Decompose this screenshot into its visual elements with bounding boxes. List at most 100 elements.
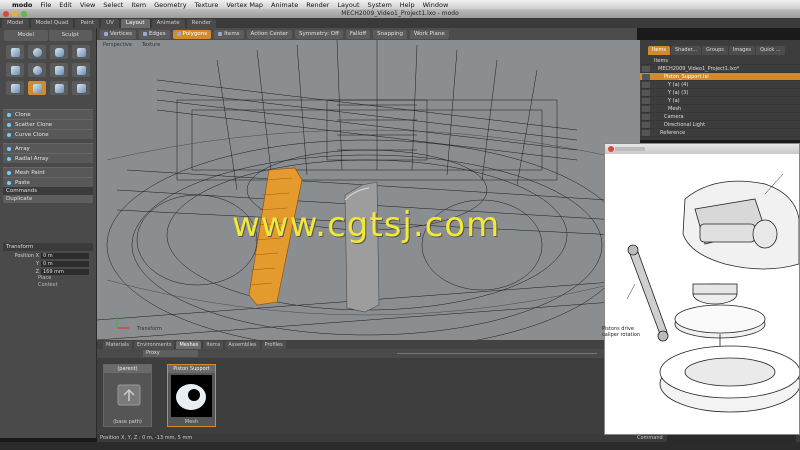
reference-filename [615, 147, 645, 151]
visibility-eye-icon[interactable] [642, 105, 650, 112]
tree-item-label: Mesh [668, 105, 682, 112]
sphere-tool-button[interactable] [28, 45, 46, 59]
app-menu[interactable]: modo [12, 1, 32, 9]
menu-vertex-map[interactable]: Vertex Map [226, 1, 263, 9]
menu-edit[interactable]: Edit [59, 1, 72, 9]
reference-image-window[interactable]: Pistons drive caliper rotation [602, 143, 800, 435]
visibility-eye-icon[interactable] [642, 121, 650, 128]
close-icon[interactable] [608, 146, 614, 152]
transform-header[interactable]: Transform [3, 243, 93, 251]
menu-window[interactable]: Window [423, 1, 449, 9]
items-mode-button[interactable]: Items [214, 29, 244, 39]
context-checkbox[interactable]: Context [38, 282, 96, 289]
tab-layout[interactable]: Layout [120, 18, 150, 28]
scale-tool-button[interactable] [50, 81, 68, 95]
text-tool-icon [76, 65, 86, 75]
tab-groups[interactable]: Groups [702, 46, 728, 55]
position-y-label: Y [35, 260, 39, 267]
edges-mode-button[interactable]: Edges [138, 29, 170, 39]
visibility-eye-icon[interactable] [642, 97, 650, 104]
visibility-eye-icon[interactable] [642, 89, 650, 96]
tab-model[interactable]: Model [2, 18, 29, 28]
tree-item-reference[interactable]: Reference [640, 129, 800, 137]
tab-materials[interactable]: Materials [103, 340, 132, 349]
tab-profiles[interactable]: Profiles [261, 340, 286, 349]
commands-header[interactable]: Commands [3, 187, 93, 195]
capsule-tool-button[interactable] [6, 63, 24, 77]
command-input[interactable] [666, 434, 796, 442]
curve-clone-button[interactable]: Curve Clone [3, 129, 93, 139]
menu-item[interactable]: Item [131, 1, 146, 9]
tab-uv[interactable]: UV [101, 18, 119, 28]
position-z-field[interactable]: 169 mm [41, 268, 89, 275]
preset-filter-dropdown[interactable]: Proxy [143, 350, 198, 357]
viewport-tab-texture[interactable]: Texture [138, 42, 164, 48]
visibility-eye-icon[interactable] [642, 81, 650, 88]
transform-tool-button[interactable] [72, 81, 90, 95]
menu-geometry[interactable]: Geometry [154, 1, 186, 9]
pen-tool-button[interactable] [50, 63, 68, 77]
menu-view[interactable]: View [80, 1, 95, 9]
cone-tool-button[interactable] [72, 45, 90, 59]
symmetry-dropdown[interactable]: Symmetry: Off [295, 29, 343, 39]
toolbox-tab-sculpt[interactable]: Sculpt [48, 30, 92, 41]
viewport-tab-perspective[interactable]: Perspective [99, 42, 136, 48]
tab-model-quad[interactable]: Model Quad [30, 18, 74, 28]
menu-select[interactable]: Select [103, 1, 123, 9]
thumbnail-size-slider[interactable] [397, 353, 597, 354]
tab-meshes[interactable]: Meshes [176, 340, 202, 349]
toolbox-tab-model[interactable]: Model [4, 30, 48, 41]
tab-items-bottom[interactable]: Items [203, 340, 224, 349]
cube-tool-button[interactable] [6, 45, 24, 59]
tab-assemblies[interactable]: Assemblies [225, 340, 260, 349]
text-tool-button[interactable] [72, 63, 90, 77]
menu-texture[interactable]: Texture [195, 1, 219, 9]
visibility-eye-icon[interactable] [642, 113, 650, 120]
menu-system[interactable]: System [368, 1, 392, 9]
work-plane-dropdown[interactable]: Work Plane [409, 29, 449, 39]
paste-button[interactable]: Paste [3, 177, 93, 187]
menu-animate[interactable]: Animate [271, 1, 298, 9]
clone-button[interactable]: Clone [3, 109, 93, 119]
menu-layout[interactable]: Layout [337, 1, 359, 9]
window-titlebar: MECH2009_Video1_Project1.lxo - modo [0, 9, 800, 18]
snapping-dropdown[interactable]: Snapping [373, 29, 407, 39]
tab-images[interactable]: Images [728, 46, 756, 55]
visibility-eye-icon[interactable] [642, 129, 650, 136]
menu-render[interactable]: Render [306, 1, 329, 9]
polygons-mode-button[interactable]: Polygons [172, 29, 212, 39]
position-y-field[interactable]: 0 m [41, 260, 89, 267]
tab-items[interactable]: Items [648, 46, 670, 55]
rotate-tool-button[interactable] [28, 81, 46, 95]
mesh-paint-button[interactable]: Mesh Paint [3, 167, 93, 177]
rotate-icon [32, 83, 42, 93]
action-center-dropdown[interactable]: Action Center [246, 29, 293, 39]
tab-quick[interactable]: Quick ... [756, 46, 785, 55]
scatter-clone-button[interactable]: Scatter Clone [3, 119, 93, 129]
move-tool-button[interactable] [6, 81, 24, 95]
place-checkbox[interactable]: Place [38, 275, 96, 282]
radial-array-button[interactable]: Radial Array [3, 153, 93, 163]
array-button[interactable]: Array [3, 143, 93, 153]
torus-icon [32, 65, 42, 75]
cylinder-tool-button[interactable] [50, 45, 68, 59]
tab-render[interactable]: Render [186, 18, 217, 28]
tab-paint[interactable]: Paint [75, 18, 100, 28]
preset-piston-support[interactable]: Piston Support Mesh [167, 364, 216, 427]
falloff-dropdown[interactable]: Falloff [345, 29, 371, 39]
position-x-field[interactable]: 0 m [41, 252, 89, 259]
window-title: MECH2009_Video1_Project1.lxo - modo [341, 10, 459, 17]
visibility-eye-icon[interactable] [642, 73, 650, 80]
3d-viewport[interactable]: Perspective Texture Transform www.cgtsj.… [97, 40, 640, 340]
polygons-label: Polygons [182, 30, 208, 37]
visibility-eye-icon[interactable] [642, 65, 650, 72]
tab-shader[interactable]: Shader... [671, 46, 702, 55]
menu-help[interactable]: Help [400, 1, 415, 9]
tab-environments[interactable]: Environments [133, 340, 175, 349]
menu-file[interactable]: File [40, 1, 51, 9]
tab-animate[interactable]: Animate [151, 18, 185, 28]
torus-tool-button[interactable] [28, 63, 46, 77]
preset-parent[interactable]: (parent) (base path) [103, 364, 152, 427]
vertices-mode-button[interactable]: Vertices [100, 29, 136, 39]
commands-dropdown[interactable]: Duplicate [3, 195, 93, 203]
